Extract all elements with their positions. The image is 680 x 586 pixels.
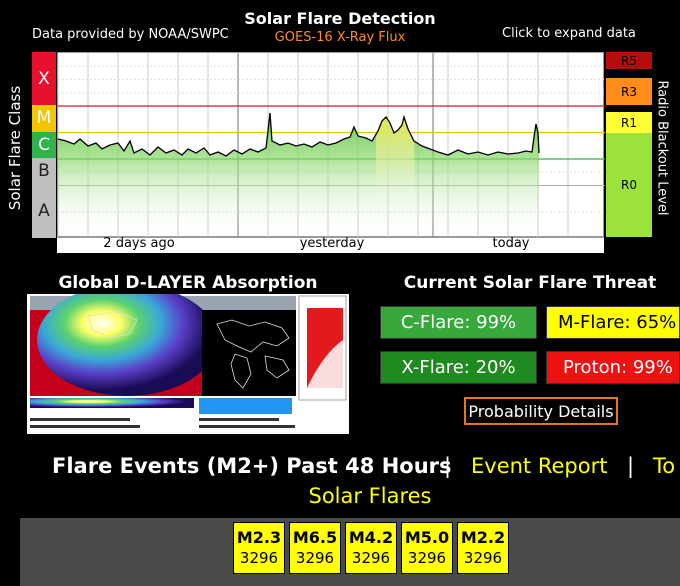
class-m-label: M	[36, 108, 52, 129]
events-heading: Flare Events (M2+) Past 48 Hours	[52, 454, 452, 478]
flare-event-class: M2.2	[460, 528, 506, 547]
flare-event-region: 3296	[239, 549, 279, 567]
flare-event-class: M2.3	[236, 528, 282, 547]
events-separator-1: |	[444, 454, 452, 478]
proton-probability-badge: Proton: 99%	[546, 351, 680, 384]
absorption-map-svg	[30, 284, 347, 428]
x-tick-yesterday: yesterday	[299, 236, 365, 251]
y-axis-label-left: Solar Flare Class	[6, 85, 24, 211]
events-header: Flare Events (M2+) Past 48 Hours | Event…	[0, 454, 680, 480]
absorption-title: Global D-LAYER Absorption	[58, 273, 318, 293]
flare-event-region: 3296	[295, 549, 335, 567]
radio-level-r1: R1	[606, 112, 652, 133]
class-b-label: B	[38, 161, 50, 182]
class-a-label: A	[38, 201, 50, 221]
flare-event-card[interactable]: M2.3 3296	[233, 522, 285, 574]
c-flare-probability-badge: C-Flare: 99%	[380, 306, 537, 339]
flare-event-region: 3296	[351, 549, 391, 567]
flare-event-class: M5.0	[404, 528, 450, 547]
expand-data-hint[interactable]: Click to expand data	[502, 26, 636, 41]
probability-details-button[interactable]: Probability Details	[464, 397, 618, 425]
radio-level-r5: R5	[606, 52, 652, 69]
flare-event-class: M6.5	[292, 528, 338, 547]
radio-level-r3-label: R3	[621, 84, 637, 99]
flare-event-card[interactable]: M4.2 3296	[345, 522, 397, 574]
radio-level-r3: R3	[606, 78, 652, 105]
flare-event-region: 3296	[407, 549, 447, 567]
flare-event-card[interactable]: M5.0 3296	[401, 522, 453, 574]
class-c-box: C	[32, 131, 56, 158]
x-tick-today: today	[492, 236, 530, 251]
class-m-box: M	[32, 105, 56, 132]
radio-level-r0-label: R0	[621, 178, 637, 192]
radio-level-r5-label: R5	[621, 53, 637, 68]
class-b-box: B	[32, 158, 56, 185]
top-flares-link-truncated[interactable]: To	[653, 454, 675, 478]
y-axis-label-right: Radio Blackout Level	[654, 80, 670, 216]
flare-event-card[interactable]: M2.2 3296	[457, 522, 509, 574]
d-layer-absorption-map[interactable]	[27, 284, 349, 434]
data-source-note: Data provided by NOAA/SWPC	[32, 27, 229, 42]
xray-flux-plot[interactable]	[57, 52, 605, 238]
m-flare-probability-badge: M-Flare: 65%	[546, 306, 680, 339]
xray-flux-svg	[57, 53, 605, 238]
solar-flares-link[interactable]: Solar Flares	[0, 484, 680, 508]
flare-event-card[interactable]: M6.5 3296	[289, 522, 341, 574]
radio-level-r1-label: R1	[621, 115, 637, 130]
flare-event-region: 3296	[463, 549, 503, 567]
event-report-link[interactable]: Event Report	[471, 454, 607, 478]
threat-title: Current Solar Flare Threat	[403, 273, 657, 293]
x-flare-probability-badge: X-Flare: 20%	[380, 351, 537, 384]
flare-event-class: M4.2	[348, 528, 394, 547]
radio-level-r0: R0	[606, 133, 652, 237]
events-separator-2: |	[627, 454, 635, 478]
class-a-box: A	[32, 184, 56, 238]
class-c-label: C	[38, 134, 50, 155]
x-tick-2-days-ago: 2 days ago	[103, 236, 175, 251]
class-x-box: X	[32, 52, 56, 105]
class-x-label: X	[38, 68, 50, 89]
